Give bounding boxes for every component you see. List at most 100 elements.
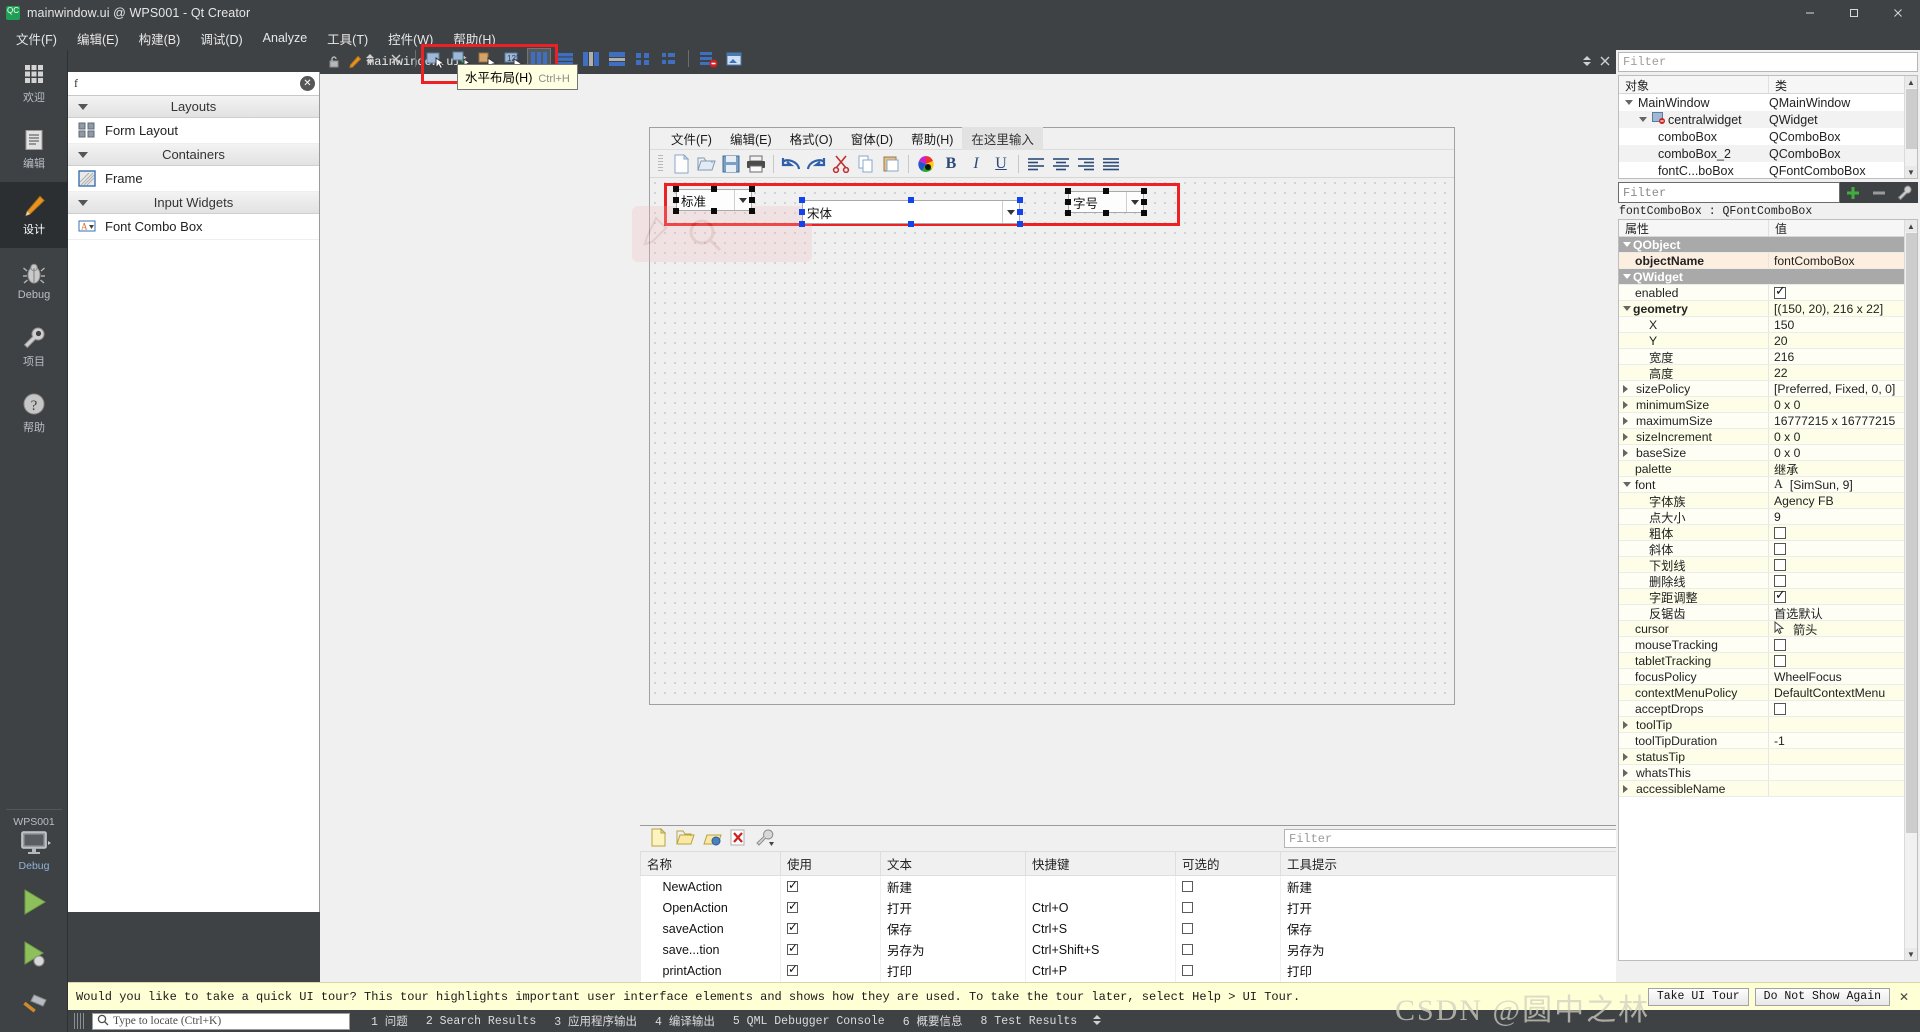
undo-icon[interactable] <box>780 153 802 175</box>
property-value[interactable]: 16777215 x 16777215 <box>1769 413 1917 428</box>
editor-updown-button[interactable] <box>358 48 382 70</box>
mode-design[interactable]: 设计 <box>0 182 68 248</box>
align-justify-icon[interactable] <box>1100 153 1122 175</box>
resize-handle-s[interactable] <box>908 221 914 227</box>
layout-grid-button[interactable] <box>631 48 655 70</box>
chevron-right-icon[interactable] <box>1623 784 1628 793</box>
resize-handle-ne[interactable] <box>1141 188 1147 194</box>
kit-selector[interactable]: WPS001 Debug <box>0 810 68 876</box>
object-row-centralwidget[interactable]: centralwidget QWidget <box>1619 111 1917 128</box>
form-widget-fontcombobox[interactable]: 宋体 <box>799 197 1023 227</box>
property-row-whatsthis[interactable]: whatsThis <box>1619 765 1917 781</box>
resize-handle-nw[interactable] <box>673 186 679 192</box>
run-button[interactable] <box>0 876 68 928</box>
chevron-right-icon[interactable] <box>1623 720 1628 729</box>
property-row-minimumsize[interactable]: minimumSize 0 x 0 <box>1619 397 1917 413</box>
mode-edit[interactable]: 编辑 <box>0 116 68 182</box>
col-used[interactable]: 使用 <box>780 852 881 876</box>
scroll-up-arrow-icon[interactable]: ▲ <box>1905 220 1917 232</box>
acceptdrops-checkbox[interactable] <box>1774 702 1786 715</box>
property-row-tablettracking[interactable]: tabletTracking <box>1619 653 1917 669</box>
delete-action-icon[interactable] <box>730 828 747 850</box>
property-value[interactable]: [SimSun, 9] <box>1790 478 1853 492</box>
widget-item-frame[interactable]: Frame <box>68 166 319 192</box>
statusbar-item-qml-console[interactable]: 5 QML Debugger Console <box>724 1015 894 1028</box>
bold-icon[interactable]: B <box>940 153 962 175</box>
action-checkable[interactable] <box>1175 918 1281 939</box>
statusbar-item-issues[interactable]: 1 问题 <box>362 1013 417 1029</box>
action-used[interactable] <box>780 897 881 918</box>
chevron-right-icon[interactable] <box>1623 400 1628 409</box>
chevron-down-icon[interactable] <box>1639 117 1647 122</box>
scroll-thumb[interactable] <box>1906 89 1917 149</box>
statusbar-item-search-results[interactable]: 2 Search Results <box>417 1015 545 1028</box>
property-value[interactable] <box>1769 781 1917 796</box>
form-menu-help[interactable]: 帮助(H) <box>902 127 962 150</box>
object-row-fontcombobox[interactable]: fontC...boBox QFontComboBox <box>1619 162 1917 178</box>
remove-property-button[interactable] <box>1866 182 1892 203</box>
clear-filter-icon[interactable]: ✕ <box>300 76 315 91</box>
chevron-right-icon[interactable] <box>1623 768 1628 777</box>
form-menu-file[interactable]: 文件(F) <box>662 127 721 150</box>
form-menu-edit[interactable]: 编辑(E) <box>721 127 781 150</box>
resize-handle-ne[interactable] <box>749 186 755 192</box>
widget-group-layouts[interactable]: Layouts <box>68 96 319 118</box>
cut-icon[interactable] <box>830 153 852 175</box>
property-value[interactable]: 首选默认 <box>1769 605 1917 621</box>
align-right-icon[interactable] <box>1075 153 1097 175</box>
layout-form-button[interactable] <box>657 48 681 70</box>
col-value[interactable]: 值 <box>1769 220 1917 236</box>
align-center-icon[interactable] <box>1050 153 1072 175</box>
property-row-geometry[interactable]: geometry [(150, 20), 216 x 22] <box>1619 301 1917 317</box>
form-menu-format[interactable]: 格式(O) <box>781 127 842 150</box>
property-row-accessiblename[interactable]: accessibleName <box>1619 781 1917 797</box>
resize-handle-se[interactable] <box>1141 210 1147 216</box>
underline-icon[interactable]: U <box>990 153 1012 175</box>
chevron-right-icon[interactable] <box>1623 432 1628 441</box>
resize-handle-sw[interactable] <box>673 208 679 214</box>
close-icon[interactable]: ✕ <box>1896 989 1912 1005</box>
property-value[interactable]: 0 x 0 <box>1769 445 1917 460</box>
statusbar-item-test-results[interactable]: 8 Test Results <box>972 1015 1087 1028</box>
maximize-button[interactable] <box>1832 0 1876 26</box>
chevron-down-icon[interactable] <box>1623 274 1631 279</box>
statusbar-grip[interactable] <box>74 1013 86 1029</box>
object-inspector-filter-input[interactable]: Filter <box>1618 52 1918 72</box>
statusbar-resize-icon[interactable] <box>1090 1012 1104 1031</box>
form-widget-combobox-standard[interactable]: 标准 <box>673 186 755 214</box>
bold-checkbox[interactable] <box>1774 526 1786 539</box>
mode-debug[interactable]: Debug <box>0 248 68 314</box>
property-row-acceptdrops[interactable]: acceptDrops <box>1619 701 1917 717</box>
layout-splitter-vertical-button[interactable] <box>605 48 629 70</box>
underline-checkbox[interactable] <box>1774 558 1786 571</box>
print-icon[interactable] <box>745 153 767 175</box>
mode-welcome[interactable]: 欢迎 <box>0 50 68 116</box>
chevron-right-icon[interactable] <box>1623 416 1628 425</box>
layout-splitter-horizontal-button[interactable] <box>579 48 603 70</box>
statusbar-item-overview[interactable]: 6 概要信息 <box>894 1013 972 1029</box>
copy-icon[interactable] <box>855 153 877 175</box>
statusbar-item-compile-output[interactable]: 4 编译输出 <box>646 1013 724 1029</box>
property-row-contextmenupolicy[interactable]: contextMenuPolicy DefaultContextMenu <box>1619 685 1917 701</box>
new-action-icon[interactable] <box>650 827 668 850</box>
object-row-combobox[interactable]: comboBox QComboBox <box>1619 128 1917 145</box>
property-row-x[interactable]: X 150 <box>1619 317 1917 333</box>
col-name[interactable]: 名称 <box>640 852 781 876</box>
menu-edit[interactable]: 编辑(E) <box>67 26 129 51</box>
resize-handle-se[interactable] <box>749 208 755 214</box>
redo-icon[interactable] <box>805 153 827 175</box>
property-row-enabled[interactable]: enabled <box>1619 283 1917 301</box>
property-row-sizepolicy[interactable]: sizePolicy [Preferred, Fixed, 0, 0] <box>1619 381 1917 397</box>
property-row-mousetracking[interactable]: mouseTracking <box>1619 637 1917 653</box>
resize-handle-w[interactable] <box>1065 199 1071 205</box>
form-central-widget[interactable]: 标准 宋体 字号 <box>632 178 1454 702</box>
italic-checkbox[interactable] <box>1774 542 1786 555</box>
open-action-icon[interactable] <box>676 828 695 850</box>
strikeout-checkbox[interactable] <box>1774 574 1786 587</box>
enabled-checkbox[interactable] <box>1774 283 1786 299</box>
property-value[interactable] <box>1769 749 1917 764</box>
resize-handle-w[interactable] <box>673 197 679 203</box>
scroll-down-arrow-icon[interactable]: ▼ <box>1905 948 1917 960</box>
menu-file[interactable]: 文件(F) <box>6 26 67 51</box>
mousetracking-checkbox[interactable] <box>1774 638 1786 651</box>
